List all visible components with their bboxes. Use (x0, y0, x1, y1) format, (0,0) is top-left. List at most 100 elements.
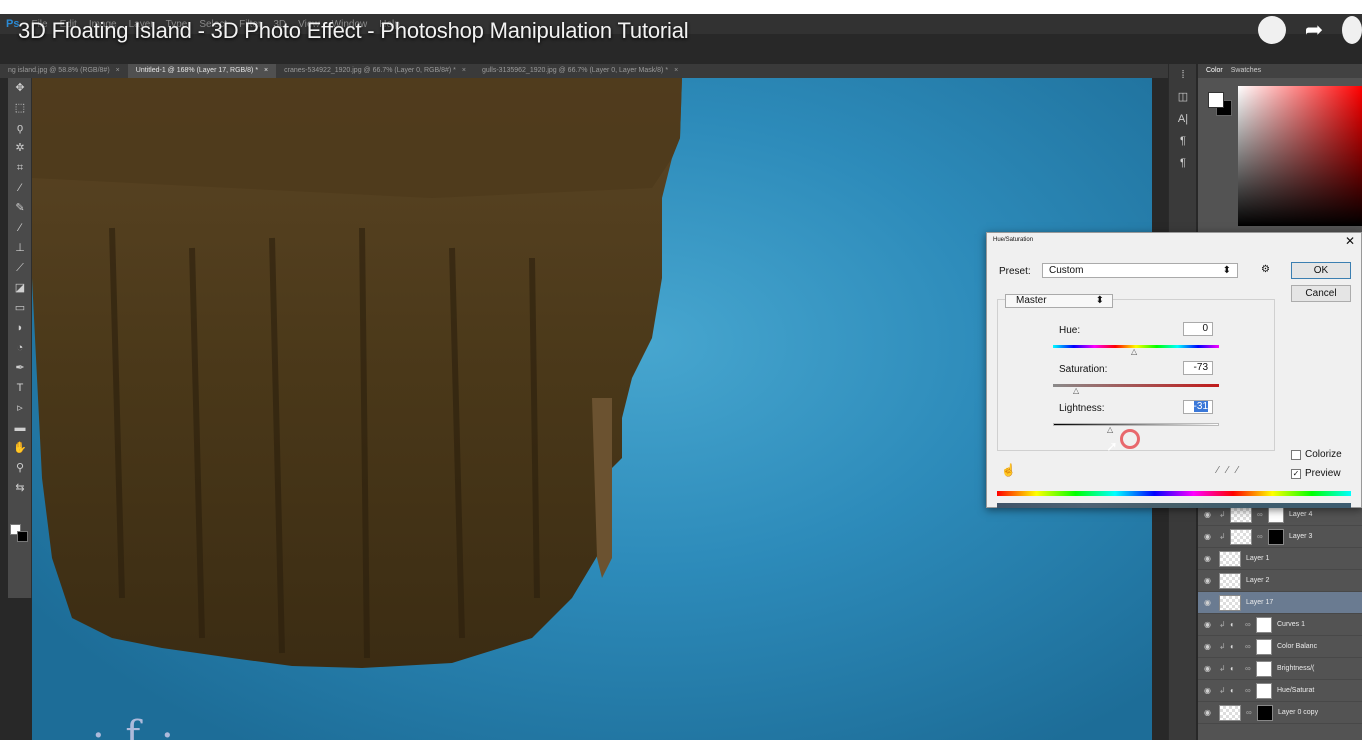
crop-tool-icon[interactable]: ⌗ (8, 158, 32, 178)
preview-option[interactable]: ✓ Preview (1291, 468, 1341, 479)
lightness-label: Lightness: (1059, 403, 1105, 414)
close-icon[interactable]: × (462, 67, 466, 74)
zoom-tool-icon[interactable]: ⚲ (8, 458, 32, 478)
paragraph-panel-icon[interactable]: ¶ (1169, 130, 1197, 152)
brush-tool-icon[interactable]: ∕ (8, 218, 32, 238)
layer-name: Layer 2 (1246, 577, 1270, 584)
preset-dropdown[interactable]: Custom ⬍ (1042, 263, 1238, 278)
magic-wand-tool-icon[interactable]: ✲ (8, 138, 32, 158)
shape-tool-icon[interactable]: ▬ (8, 418, 32, 438)
visibility-eye-icon[interactable]: ◉ (1204, 576, 1214, 585)
tab-island[interactable]: ng island.jpg @ 58.8% (RGB/8#) × (0, 64, 128, 78)
visibility-eye-icon[interactable]: ◉ (1204, 664, 1214, 673)
video-actions: ➦ (1258, 16, 1362, 44)
hue-slider-thumb[interactable]: △ (1131, 347, 1137, 356)
hue-value-field[interactable]: 0 (1183, 322, 1213, 336)
document-canvas[interactable]: · ƒ · (32, 78, 1152, 740)
healing-tool-icon[interactable]: ✎ (8, 198, 32, 218)
watch-later-icon[interactable] (1258, 16, 1286, 44)
channel-value: Master (1016, 295, 1047, 306)
layer-row[interactable]: ◉ ↲ ◐ ∞ Brightness/( (1198, 658, 1362, 680)
cancel-button[interactable]: Cancel (1291, 285, 1351, 302)
layer-row[interactable]: ◉ ↲ ∞ Layer 3 (1198, 526, 1362, 548)
lightness-slider-track[interactable] (1053, 423, 1219, 426)
visibility-eye-icon[interactable]: ◉ (1204, 510, 1214, 519)
visibility-eye-icon[interactable]: ◉ (1204, 598, 1214, 607)
dialog-title: Hue/Saturation (993, 237, 1034, 243)
path-select-tool-icon[interactable]: ▹ (8, 398, 32, 418)
adjustment-icon: ◐ (1230, 686, 1235, 695)
close-icon[interactable]: × (264, 67, 268, 74)
layer-row[interactable]: ◉ Layer 1 (1198, 548, 1362, 570)
hue-saturation-dialog: Hue/Saturation ✕ Preset: Custom ⬍ ⚙ OK Ca… (986, 232, 1362, 508)
eyedropper-icons[interactable]: ⁄⁄⁄ (1217, 465, 1246, 476)
history-brush-icon[interactable]: ⟋ (8, 258, 32, 278)
output-color-spectrum (997, 503, 1351, 508)
eyedropper-tool-icon[interactable]: ⁄ (8, 178, 32, 198)
clip-indicator-icon: ↲ (1219, 510, 1226, 519)
lightness-slider-thumb[interactable]: △ (1107, 425, 1113, 434)
layer-mask-thumbnail (1256, 616, 1272, 633)
mouse-cursor-icon: ➚ (1106, 438, 1118, 454)
close-icon[interactable]: × (674, 67, 678, 74)
channel-dropdown[interactable]: Master ⬍ (1005, 294, 1113, 308)
clip-indicator-icon: ↲ (1219, 532, 1226, 541)
gear-icon[interactable]: ⚙ (1261, 264, 1270, 275)
close-icon[interactable]: × (116, 67, 120, 74)
lightness-value-field[interactable]: -31 (1183, 400, 1213, 414)
pen-tool-icon[interactable]: ✒ (8, 358, 32, 378)
dodge-tool-icon[interactable]: ◔ (8, 338, 32, 358)
colorize-checkbox[interactable] (1291, 449, 1301, 460)
colorize-label: Colorize (1305, 449, 1342, 460)
layer-mask-thumbnail (1256, 638, 1272, 655)
tab-cranes[interactable]: cranes-534922_1920.jpg @ 66.7% (Layer 0,… (276, 64, 474, 78)
type-tool-icon[interactable]: T (8, 378, 32, 398)
layer-row[interactable]: ◉ ↲ ◐ ∞ Color Balanc (1198, 636, 1362, 658)
visibility-eye-icon[interactable]: ◉ (1204, 708, 1214, 717)
actions-panel-icon[interactable]: ◫ (1169, 86, 1197, 108)
move-tool-icon[interactable]: ✥ (8, 78, 32, 98)
gradient-tool-icon[interactable]: ▭ (8, 298, 32, 318)
share-icon[interactable]: ➦ (1300, 16, 1328, 44)
eraser-tool-icon[interactable]: ◪ (8, 278, 32, 298)
targeted-adjustment-hand-icon[interactable]: ☝ (1001, 463, 1016, 477)
layer-name: Color Balanc (1277, 643, 1318, 650)
clip-indicator-icon: ↲ (1219, 686, 1226, 695)
background-color-swatch[interactable] (17, 531, 28, 542)
stamp-tool-icon[interactable]: ⊥ (8, 238, 32, 258)
colorize-option[interactable]: Colorize (1291, 449, 1342, 460)
tab-color[interactable]: Color (1206, 64, 1223, 78)
marquee-tool-icon[interactable]: ⬚ (8, 98, 32, 118)
blur-tool-icon[interactable]: ◗ (8, 318, 32, 338)
saturation-slider-thumb[interactable]: △ (1073, 386, 1079, 395)
swap-colors-icon[interactable]: ⇆ (8, 478, 32, 498)
tab-untitled[interactable]: Untitled-1 @ 168% (Layer 17, RGB/8) * × (127, 64, 277, 78)
layer-row[interactable]: ◉ ↲ ◐ ∞ Hue/Saturat (1198, 680, 1362, 702)
ok-button[interactable]: OK (1291, 262, 1351, 279)
paragraph-styles-icon[interactable]: ¶ (1169, 152, 1197, 174)
input-color-spectrum (997, 491, 1351, 496)
tab-gulls[interactable]: gulls-3135962_1920.jpg @ 66.7% (Layer 0,… (474, 64, 686, 78)
visibility-eye-icon[interactable]: ◉ (1204, 686, 1214, 695)
history-panel-icon[interactable]: ⁞ (1169, 64, 1197, 86)
character-panel-icon[interactable]: A| (1169, 108, 1197, 130)
layer-row[interactable]: ◉ ∞ Layer 0 copy (1198, 702, 1362, 724)
hand-tool-icon[interactable]: ✋ (8, 438, 32, 458)
lasso-tool-icon[interactable]: ϙ (8, 118, 32, 138)
foreground-color-swatch[interactable] (1208, 92, 1224, 108)
visibility-eye-icon[interactable]: ◉ (1204, 642, 1214, 651)
preview-checkbox[interactable]: ✓ (1291, 468, 1301, 479)
layer-row-selected[interactable]: ◉ Layer 17 (1198, 592, 1362, 614)
visibility-eye-icon[interactable]: ◉ (1204, 620, 1214, 629)
close-icon[interactable]: ✕ (1345, 234, 1355, 248)
layer-row[interactable]: ◉ ↲ ◐ ∞ Curves 1 (1198, 614, 1362, 636)
link-icon: ∞ (1245, 642, 1251, 651)
visibility-eye-icon[interactable]: ◉ (1204, 554, 1214, 563)
tab-swatches[interactable]: Swatches (1231, 64, 1261, 78)
color-panel-tabs: Color Swatches (1198, 64, 1362, 78)
color-picker-field[interactable] (1238, 86, 1362, 226)
layer-row[interactable]: ◉ Layer 2 (1198, 570, 1362, 592)
saturation-value-field[interactable]: -73 (1183, 361, 1213, 375)
visibility-eye-icon[interactable]: ◉ (1204, 532, 1214, 541)
info-icon[interactable] (1342, 16, 1362, 44)
